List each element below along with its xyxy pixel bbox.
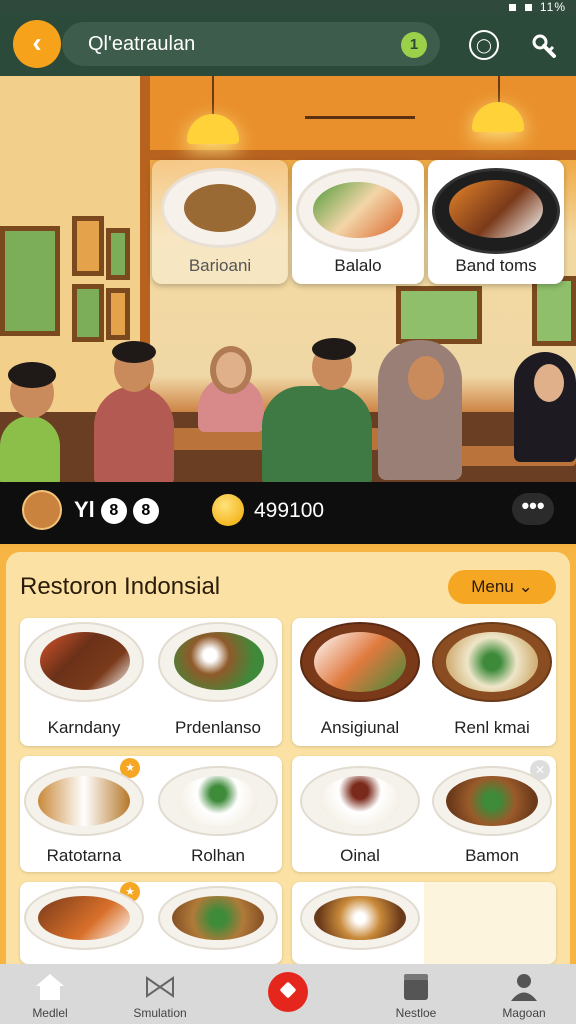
nav-label: Nestloe	[395, 1006, 437, 1020]
dish-image	[320, 776, 400, 826]
battery-percent: 11%	[539, 0, 566, 14]
empty-slot	[424, 882, 556, 964]
battery-icon	[524, 4, 532, 11]
home-icon	[36, 974, 64, 1000]
coin-icon	[212, 494, 244, 526]
dish-image	[40, 632, 130, 690]
dish-image	[314, 632, 406, 692]
menu-label: Menu	[471, 577, 514, 596]
section-title: Restoron Indonsial	[20, 573, 221, 600]
hero-dish-card[interactable]: Barioani	[152, 160, 288, 284]
menu-card[interactable]	[292, 882, 556, 964]
nav-item-home[interactable]: Medlel	[0, 964, 100, 1024]
info-circle: 8	[132, 498, 159, 525]
nav-item-nestloe[interactable]: Nestloe	[366, 964, 466, 1024]
ceiling-beam	[150, 150, 576, 160]
nav-label: Medlel	[32, 1006, 68, 1020]
share-icon[interactable]	[528, 28, 562, 62]
dish-image	[446, 632, 538, 692]
center-action-icon	[279, 981, 297, 999]
menu-item-name: Oinal	[340, 846, 380, 865]
dish-image	[446, 776, 538, 826]
menu-card[interactable]: Ansigiunal Renl kmai	[292, 618, 556, 746]
avatar[interactable]	[22, 490, 62, 530]
status-indicators: 11%	[509, 0, 566, 14]
menu-card[interactable]: Karndany Prdenlanso	[20, 618, 282, 746]
diner	[262, 386, 372, 482]
dish-image	[172, 896, 264, 940]
dish-image	[174, 632, 264, 690]
app-header: ‹ Ql'eatraulan 1 ◯	[0, 14, 576, 76]
menu-item-name: Ansigiunal	[320, 718, 400, 737]
back-arrow-icon: ‹	[32, 27, 42, 58]
menu-dropdown-button[interactable]: Menu ⌄	[448, 570, 556, 604]
menu-item-name: Prdenlanso	[174, 718, 261, 737]
wall-painting	[72, 216, 104, 276]
track-light	[305, 116, 415, 119]
dish-image	[449, 180, 543, 238]
status-bar: 11%	[0, 0, 576, 14]
back-button[interactable]: ‹	[13, 20, 61, 68]
wall-painting	[106, 228, 130, 280]
dish-label: Balalo	[334, 256, 382, 275]
dish-label: Barioani	[188, 256, 252, 275]
info-circle: 8	[100, 498, 127, 525]
dish-image	[314, 896, 406, 940]
menu-card[interactable]: ✕ Oinal Bamon	[292, 756, 556, 872]
menu-item-name: Karndany	[47, 718, 121, 737]
dish-label: Band toms	[455, 256, 537, 275]
center-action-button[interactable]	[268, 972, 308, 1012]
nav-label: Magoan	[502, 1006, 546, 1020]
wall-painting	[396, 286, 482, 344]
info-strip: Yl 8 8 499100 •••	[0, 482, 576, 544]
menu-card[interactable]: ★ Ratotarna Rolhan	[20, 756, 282, 872]
diner	[94, 386, 174, 482]
wall-painting	[72, 284, 104, 342]
menu-item-name: Bamon	[465, 846, 519, 865]
wall-painting	[106, 288, 130, 340]
dish-image	[178, 776, 258, 826]
person-icon	[511, 974, 537, 1001]
hero-dish-card[interactable]: Band toms	[428, 160, 564, 284]
circle-menu-icon[interactable]: ◯	[469, 30, 499, 60]
menu-item-name: Rolhan	[191, 846, 245, 865]
nav-label: Smulation	[133, 1006, 187, 1020]
info-code: Yl 8 8	[74, 497, 159, 525]
bottom-navigation: Medlel Smulation Nestloe Magoan	[0, 964, 576, 1024]
page-title: Ql'eatraulan	[88, 33, 196, 55]
hero-restaurant-scene: Barioani Balalo Band toms	[0, 76, 576, 482]
nav-item-simulation[interactable]: Smulation	[110, 964, 210, 1024]
dish-image	[184, 184, 256, 232]
wall-painting	[532, 276, 576, 346]
menu-item-name: Renl kmai	[454, 718, 530, 737]
more-options-button[interactable]: •••	[512, 493, 554, 525]
coin-balance: 499100	[254, 499, 325, 522]
dish-image	[38, 776, 130, 826]
nav-item-profile[interactable]: Magoan	[474, 964, 574, 1024]
dish-image	[38, 896, 130, 940]
wall-painting	[0, 226, 60, 336]
diner	[0, 416, 60, 482]
menu-card[interactable]: ★	[20, 882, 282, 964]
chevron-down-icon: ⌄	[518, 577, 533, 596]
info-code-text: Yl	[74, 497, 95, 522]
menu-item-name: Ratotarna	[46, 846, 122, 865]
hero-dish-card[interactable]: Balalo	[292, 160, 424, 284]
signal-icon	[509, 4, 517, 11]
bowtie-icon	[146, 976, 174, 998]
dish-image	[313, 182, 403, 238]
title-pill[interactable]: Ql'eatraulan 1	[62, 22, 440, 66]
box-icon	[404, 974, 428, 1000]
notification-badge[interactable]: 1	[401, 32, 427, 58]
